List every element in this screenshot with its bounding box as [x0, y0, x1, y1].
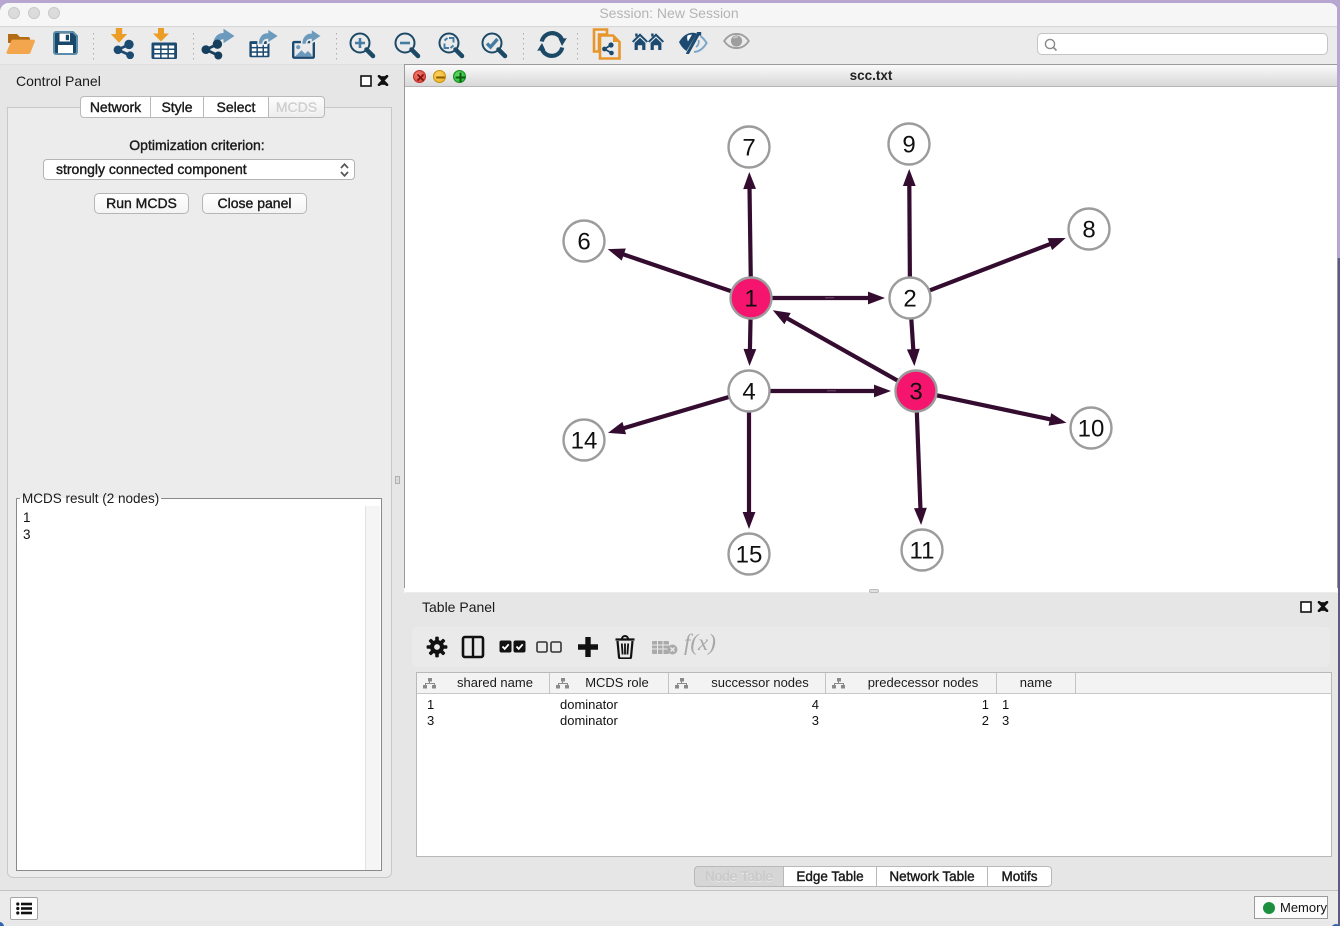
svg-text:6: 6 [577, 229, 590, 256]
svg-text:14: 14 [571, 428, 598, 455]
svg-text:7: 7 [742, 135, 755, 162]
svg-text:11: 11 [910, 538, 935, 565]
svg-text:15: 15 [736, 542, 763, 569]
svg-text:1: 1 [744, 286, 757, 313]
svg-text:9: 9 [902, 132, 915, 159]
svg-text:2: 2 [903, 286, 916, 313]
svg-text:4: 4 [742, 379, 755, 406]
svg-text:8: 8 [1082, 217, 1095, 244]
svg-text:10: 10 [1078, 416, 1105, 443]
svg-text:3: 3 [909, 379, 922, 406]
